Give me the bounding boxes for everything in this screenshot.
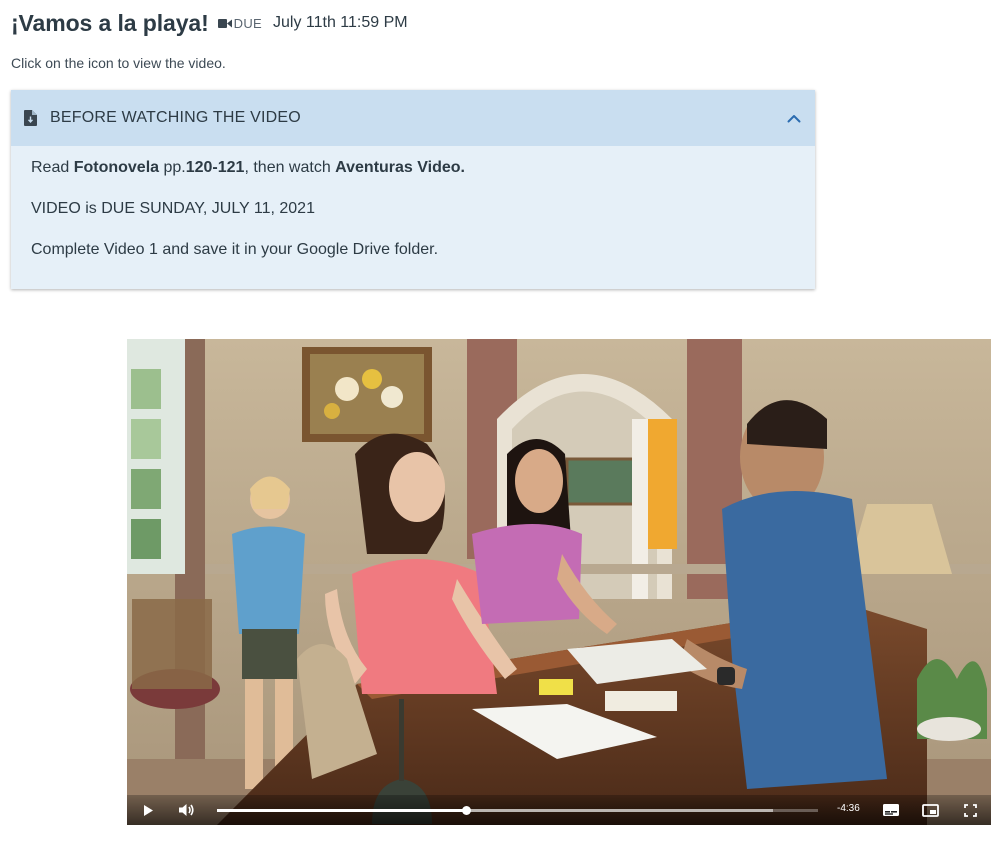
chevron-up-icon[interactable] xyxy=(787,114,801,123)
captions-icon[interactable] xyxy=(881,800,901,820)
fullscreen-icon[interactable] xyxy=(960,800,980,820)
video-frame xyxy=(127,339,991,825)
panel-header-toggle[interactable]: BEFORE WATCHING THE VIDEO xyxy=(11,90,815,146)
video-player[interactable]: -4:36 xyxy=(127,339,991,825)
due-date: July 11th 11:59 PM xyxy=(273,14,408,31)
assignment-header: ¡Vamos a la playa! DUE July 11th 11:59 P… xyxy=(11,8,408,38)
panel-body: Read Fotonovela pp.120-121, then watch A… xyxy=(11,146,815,293)
before-watching-panel: BEFORE WATCHING THE VIDEO Read Fotonovel… xyxy=(11,90,815,289)
progress-handle[interactable] xyxy=(462,806,472,815)
picture-in-picture-icon[interactable] xyxy=(920,800,940,820)
time-remaining: -4:36 xyxy=(837,803,860,814)
document-icon xyxy=(24,110,38,126)
panel-line-complete: Complete Video 1 and save it in your Goo… xyxy=(31,241,439,258)
panel-line-read: Read Fotonovela pp.120-121, then watch A… xyxy=(31,159,465,176)
book-title: Fotonovela xyxy=(73,159,160,176)
assignment-title: ¡Vamos a la playa! xyxy=(11,9,209,36)
video-controls-bar: -4:36 xyxy=(127,795,991,825)
video-camera-icon xyxy=(217,18,233,29)
page-range: 120-121 xyxy=(185,159,245,176)
progress-bar[interactable] xyxy=(217,806,818,815)
panel-title: BEFORE WATCHING THE VIDEO xyxy=(50,109,301,126)
volume-icon[interactable] xyxy=(176,800,196,820)
due-label: DUE xyxy=(233,15,262,31)
played-bar xyxy=(217,809,467,812)
video-title: Aventuras Video. xyxy=(335,159,465,176)
instruction-text: Click on the icon to view the video. xyxy=(11,55,226,71)
panel-line-due: VIDEO is DUE SUNDAY, JULY 11, 2021 xyxy=(31,200,315,217)
play-icon[interactable] xyxy=(138,800,158,820)
